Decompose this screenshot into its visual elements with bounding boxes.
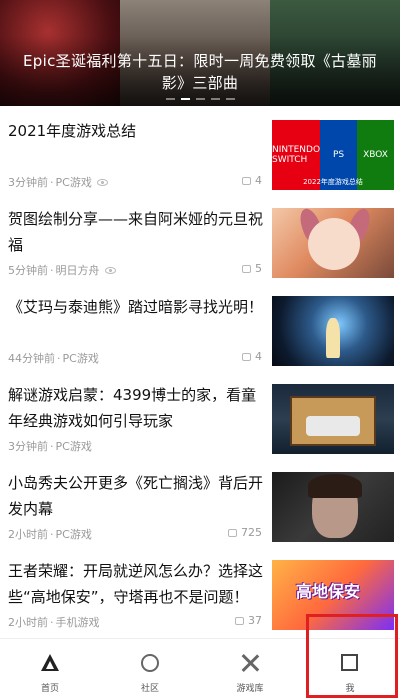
article-time: 3分钟前	[8, 176, 48, 189]
article-category: 手机游戏	[55, 616, 100, 629]
article-item[interactable]: 解谜游戏启蒙：4399博士的家，看童年经典游戏如何引导玩家 3分钟前 · PC游…	[0, 372, 400, 460]
banner-dot	[165, 98, 175, 100]
article-title: 王者荣耀：开局就逆风怎么办？选择这些“高地保安”，守塔再也不是问题！	[8, 562, 264, 606]
article-time: 3分钟前	[8, 440, 48, 453]
thumbnail-caption: 2022年度游戏总结	[303, 178, 363, 186]
article-category: PC游戏	[55, 176, 92, 189]
comment-icon	[235, 616, 244, 625]
article-title: 《艾玛与泰迪熊》踏过暗影寻找光明！	[8, 298, 264, 316]
banner-dot	[225, 98, 235, 100]
featured-banner[interactable]: Epic圣诞福利第十五日：限时一周免费领取《古墓丽影》三部曲	[0, 0, 400, 106]
article-item[interactable]: 贺图绘制分享——来自阿米娅的元旦祝福 5分钟前 · 明日方舟 5	[0, 196, 400, 284]
tab-game-library-label: 游戏库	[236, 684, 264, 694]
comment-count-value: 5	[255, 262, 262, 275]
home-icon	[40, 653, 60, 673]
comment-count-value: 37	[248, 614, 262, 627]
article-meta: 5分钟前 · 明日方舟	[8, 262, 116, 278]
banner-dot-active	[180, 98, 190, 100]
comment-icon	[228, 528, 237, 537]
article-meta: 44分钟前 · PC游戏	[8, 351, 99, 366]
comment-icon	[242, 352, 251, 361]
article-thumbnail: NINTENDO SWITCH PS XBOX 2022年度游戏总结	[272, 120, 394, 190]
article-thumbnail	[272, 472, 394, 542]
view-icon	[96, 178, 108, 186]
community-icon	[140, 653, 160, 673]
article-title: 小岛秀夫公开更多《死亡搁浅》背后开发内幕	[8, 474, 264, 518]
article-item[interactable]: 小岛秀夫公开更多《死亡搁浅》背后开发内幕 2小时前 · PC游戏 725	[0, 460, 400, 548]
article-item[interactable]: 《艾玛与泰迪熊》踏过暗影寻找光明！ 44分钟前 · PC游戏 4	[0, 284, 400, 372]
comment-count: 37	[235, 614, 262, 627]
article-title: 贺图绘制分享——来自阿米娅的元旦祝福	[8, 210, 264, 254]
article-category: 明日方舟	[55, 264, 100, 277]
highlight-box	[306, 614, 398, 698]
article-category: PC游戏	[62, 352, 99, 365]
article-title: 解谜游戏启蒙：4399博士的家，看童年经典游戏如何引导玩家	[8, 386, 257, 430]
article-time: 2小时前	[8, 528, 48, 541]
article-thumbnail	[272, 384, 394, 454]
banner-title: Epic圣诞福利第十五日：限时一周免费领取《古墓丽影》三部曲	[23, 52, 377, 92]
comment-count-value: 725	[241, 526, 262, 539]
article-thumbnail	[272, 296, 394, 366]
article-time: 2小时前	[8, 616, 48, 629]
article-meta: 3分钟前 · PC游戏	[8, 174, 108, 190]
article-category: PC游戏	[55, 528, 92, 541]
tab-home-label: 首页	[40, 684, 59, 694]
article-item[interactable]: 2021年度游戏总结 3分钟前 · PC游戏 4 NINTENDO SWITCH…	[0, 108, 400, 196]
tab-community-label: 社区	[140, 684, 159, 694]
article-meta: 2小时前 · 手机游戏	[8, 615, 100, 630]
comment-icon	[242, 264, 251, 273]
tab-home[interactable]: 首页	[0, 639, 100, 698]
game-library-icon	[240, 653, 260, 673]
tab-community[interactable]: 社区	[100, 639, 200, 698]
view-icon	[104, 266, 116, 274]
tab-game-library[interactable]: 游戏库	[200, 639, 300, 698]
banner-dot	[195, 98, 205, 100]
banner-dot	[210, 98, 220, 100]
banner-pagination	[0, 98, 400, 100]
article-meta: 2小时前 · PC游戏	[8, 527, 92, 542]
comment-count-value: 4	[255, 174, 262, 187]
comment-icon	[242, 176, 251, 185]
comment-count-value: 4	[255, 350, 262, 363]
article-thumbnail	[272, 208, 394, 278]
article-time: 5分钟前	[8, 264, 48, 277]
comment-count: 4	[242, 174, 262, 187]
thumbnail-logo-text: 高地保安	[296, 582, 361, 601]
article-meta: 3分钟前 · PC游戏	[8, 439, 92, 454]
comment-count: 4	[242, 350, 262, 363]
comment-count: 725	[228, 526, 262, 539]
article-category: PC游戏	[55, 440, 92, 453]
article-time: 44分钟前	[8, 352, 55, 365]
article-title: 2021年度游戏总结	[8, 122, 137, 140]
comment-count: 5	[242, 262, 262, 275]
